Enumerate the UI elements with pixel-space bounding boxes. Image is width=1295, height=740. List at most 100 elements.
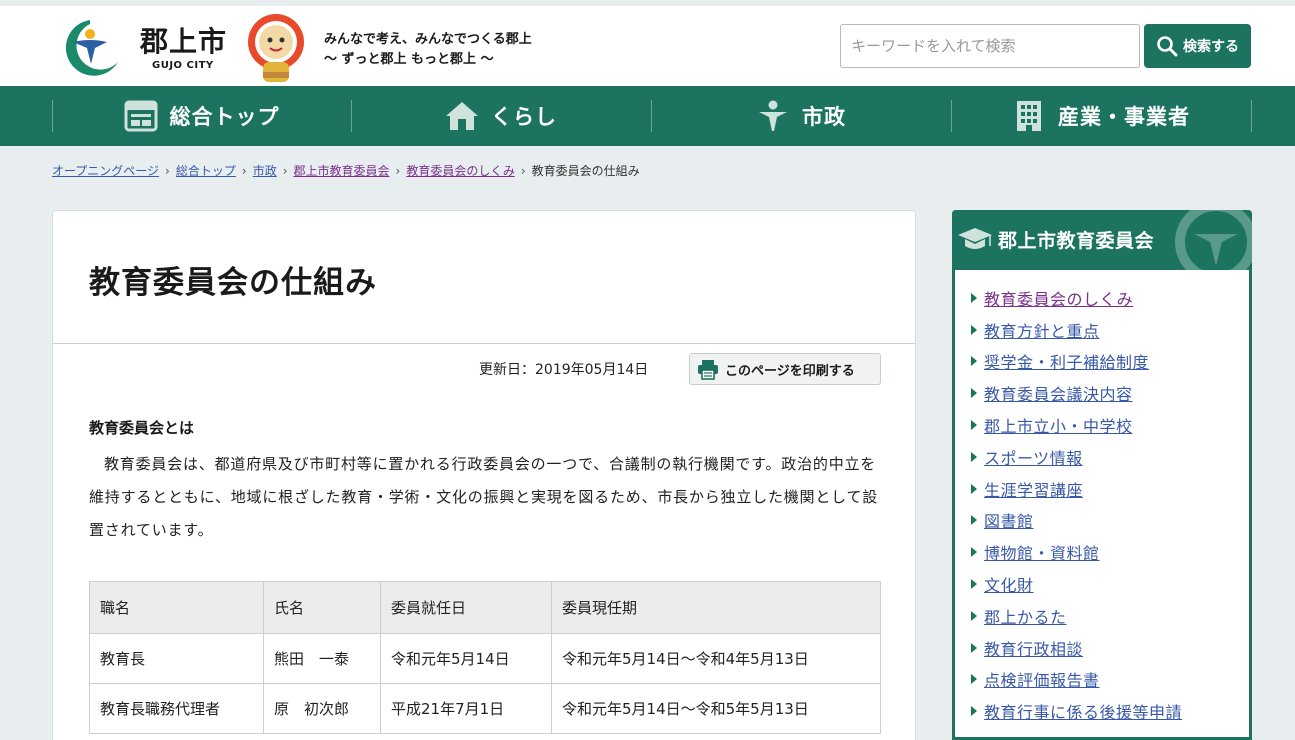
sidebar-link[interactable]: 教育行政相談	[984, 636, 1083, 660]
list-item: 教育行事に係る後援等申請	[971, 695, 1182, 727]
table-cell: 教育長職務代理者	[89, 683, 264, 734]
list-item: 郡上かるた	[971, 600, 1182, 632]
list-item: 奨学金・利子補給制度	[971, 346, 1182, 378]
mascot-icon	[248, 14, 304, 82]
list-item: 生涯学習講座	[971, 473, 1182, 505]
search-button-label: 検索する	[1183, 39, 1239, 55]
triangle-right-icon	[971, 547, 977, 558]
breadcrumb-link[interactable]: オープニングページ	[52, 162, 159, 179]
city-name-en: GUJO CITY	[152, 60, 214, 71]
triangle-right-icon	[971, 579, 977, 590]
sidebar-link[interactable]: 教育行事に係る後援等申請	[984, 699, 1182, 723]
nav-item-sangyo[interactable]: 産業・事業者	[951, 86, 1251, 146]
list-item: 点検評価報告書	[971, 664, 1182, 696]
table-cell: 平成21年7月1日	[380, 683, 552, 734]
sidebar-link[interactable]: 奨学金・利子補給制度	[984, 349, 1149, 373]
triangle-right-icon	[971, 356, 977, 367]
table-row: 教育長 熊田 一泰 令和元年5月14日 令和元年5月14日～令和4年5月13日	[89, 633, 881, 684]
triangle-right-icon	[971, 610, 977, 621]
print-button-label: このページを印刷する	[725, 363, 855, 379]
table-header-cell: 職名	[89, 581, 264, 634]
list-item: 教育委員会のしくみ	[971, 282, 1182, 314]
sidebar-header: 郡上市教育委員会	[952, 210, 1252, 270]
sidebar-link[interactable]: 図書館	[984, 508, 1034, 532]
sidebar-list: 教育委員会のしくみ 教育方針と重点 奨学金・利子補給制度 教育委員会議決内容 郡…	[971, 282, 1182, 727]
section-heading: 教育委員会とは	[89, 419, 195, 437]
nav-label-top: 総合トップ	[169, 105, 280, 129]
triangle-right-icon	[971, 483, 977, 494]
triangle-right-icon	[971, 388, 977, 399]
site-header: 郡上市 GUJO CITY みんなで考え、みんなでつくる郡上 ～ ずっと郡上 も…	[0, 6, 1295, 86]
triangle-right-icon	[971, 324, 977, 335]
list-item: 博物館・資料館	[971, 536, 1182, 568]
table-header-row: 職名 氏名 委員就任日 委員現任期	[89, 581, 881, 634]
nav-item-kurashi[interactable]: くらし	[351, 86, 651, 146]
sidebar-link[interactable]: 教育委員会のしくみ	[984, 286, 1133, 310]
members-table: 職名 氏名 委員就任日 委員現任期 教育長 熊田 一泰 令和元年5月14日 令和…	[89, 581, 881, 734]
city-logo-icon[interactable]	[55, 18, 125, 76]
list-item: 図書館	[971, 505, 1182, 537]
list-item: 郡上市立小・中学校	[971, 409, 1182, 441]
list-item: スポーツ情報	[971, 441, 1182, 473]
table-cell: 教育長	[89, 633, 264, 684]
chevron-right-icon: ›	[520, 163, 526, 178]
nav-item-shisei[interactable]: 市政	[651, 86, 951, 146]
nav-label-kurashi: くらし	[491, 105, 557, 129]
sidebar-link[interactable]: 生涯学習講座	[984, 477, 1083, 501]
list-item: 教育委員会議決内容	[971, 377, 1182, 409]
graduation-cap-icon	[958, 228, 992, 249]
breadcrumb-link[interactable]: 教育委員会のしくみ	[406, 162, 514, 179]
search-button[interactable]: 検索する	[1144, 24, 1251, 68]
triangle-right-icon	[971, 451, 977, 462]
table-cell: 原 初次郎	[263, 683, 381, 734]
sidebar-link[interactable]: 教育方針と重点	[984, 318, 1100, 342]
nav-label-sangyo: 産業・事業者	[1058, 105, 1190, 129]
breadcrumb-link[interactable]: 市政	[253, 162, 277, 179]
table-row: 教育長職務代理者 原 初次郎 平成21年7月1日 令和元年5月14日～令和5年5…	[89, 683, 881, 734]
sidebar-link[interactable]: 博物館・資料館	[984, 540, 1100, 564]
chevron-right-icon: ›	[165, 163, 170, 178]
list-item: 文化財	[971, 568, 1182, 600]
body-paragraph: 教育委員会は、都道府県及び市町村等に置かれる行政委員会の一つで、合議制の執行機関…	[89, 455, 879, 539]
table-cell: 熊田 一泰	[263, 633, 381, 684]
sidebar-title: 郡上市教育委員会	[998, 230, 1155, 252]
chevron-right-icon: ›	[241, 163, 247, 178]
breadcrumb-link[interactable]: 総合トップ	[176, 162, 236, 179]
nav-item-top[interactable]: 総合トップ	[52, 86, 351, 146]
list-item: 教育行政相談	[971, 632, 1182, 664]
city-name[interactable]: 郡上市	[140, 20, 227, 60]
person-icon	[759, 100, 787, 131]
main-content: 教育委員会の仕組み 更新日：2019年05月14日 このページを印刷する 教育委…	[52, 210, 916, 740]
sidebar-link[interactable]: スポーツ情報	[984, 445, 1083, 469]
sidebar-link[interactable]: 郡上かるた	[984, 604, 1067, 628]
triangle-right-icon	[971, 420, 977, 431]
triangle-right-icon	[971, 642, 977, 653]
table-header-cell: 氏名	[263, 581, 381, 634]
tagline-line2: ～ ずっと郡上 もっと郡上 ～	[324, 52, 494, 67]
triangle-right-icon	[971, 706, 977, 717]
house-icon	[446, 102, 478, 130]
nav-divider	[1251, 100, 1252, 132]
sidebar-link[interactable]: 郡上市立小・中学校	[984, 413, 1133, 437]
breadcrumb-current: 教育委員会の仕組み	[531, 164, 640, 178]
nav-label-shisei: 市政	[802, 105, 846, 129]
top-page-icon	[124, 100, 157, 132]
table-header-cell: 委員現任期	[551, 581, 881, 634]
tagline-line1: みんなで考え、みんなでつくる郡上	[324, 32, 532, 47]
sidebar-link[interactable]: 教育委員会議決内容	[984, 381, 1133, 405]
updated-date: 更新日：2019年05月14日	[479, 362, 649, 378]
sidebar-link[interactable]: 文化財	[984, 572, 1034, 596]
print-button[interactable]: このページを印刷する	[689, 353, 881, 385]
table-cell: 令和元年5月14日～令和4年5月13日	[551, 633, 881, 684]
global-nav: 総合トップ くらし 市政 産業・事業者	[0, 86, 1295, 146]
list-item: 教育方針と重点	[971, 314, 1182, 346]
search-icon	[1157, 36, 1178, 57]
printer-icon	[698, 360, 718, 380]
chevron-right-icon: ›	[282, 163, 288, 178]
table-header-cell: 委員就任日	[380, 581, 552, 634]
divider	[53, 343, 915, 344]
sidebar: 郡上市教育委員会 教育委員会のしくみ 教育方針と重点 奨学金・利子補給制度 教育…	[952, 210, 1252, 740]
breadcrumb-link[interactable]: 郡上市教育委員会	[294, 162, 390, 179]
sidebar-link[interactable]: 点検評価報告書	[984, 667, 1100, 691]
search-input[interactable]	[840, 24, 1140, 68]
